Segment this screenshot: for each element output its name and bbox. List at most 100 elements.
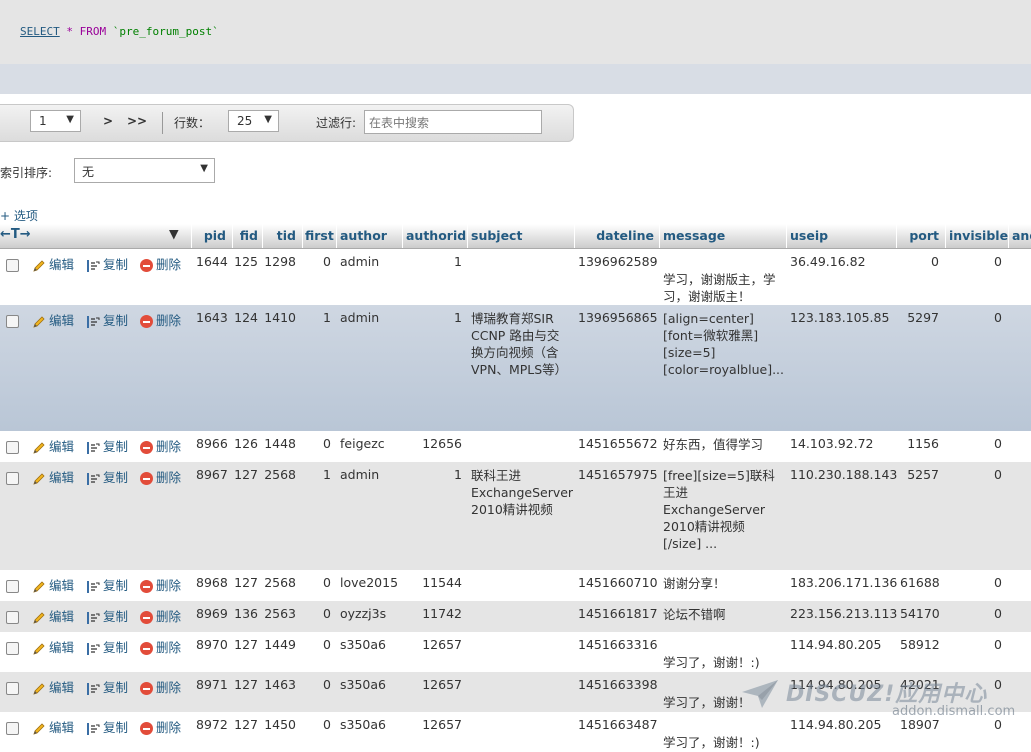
sql-table-name: `pre_forum_post` [112,25,219,38]
copy-button[interactable]: 复制 [86,467,128,486]
cell-fid: 127 [234,467,258,482]
delete-label: 删除 [156,578,182,593]
delete-label: 删除 [156,640,182,655]
cell-pid: 8971 [196,677,228,692]
copy-button[interactable]: 复制 [86,436,128,455]
options-link[interactable]: + 选项 [0,207,38,224]
column-header-fid[interactable]: fid [234,228,258,243]
column-header-subject[interactable]: subject [471,228,522,243]
copy-label: 复制 [103,609,129,624]
delete-label: 删除 [156,257,182,272]
cell-fid: 126 [234,436,258,451]
cell-port: 58912 [900,637,940,652]
cell-first: 0 [323,637,331,652]
row-checkbox[interactable] [6,682,19,695]
column-header-authorid[interactable]: authorid [406,228,466,243]
delete-button[interactable]: 删除 [140,310,181,329]
column-header-first[interactable]: first [305,228,334,243]
divider [786,224,787,248]
cell-dateline: 1451663398 [578,677,658,692]
sort-by-index-select[interactable]: 无 ▼ [74,158,215,183]
cell-dateline: 1451657975 [578,467,658,482]
edit-button[interactable]: 编辑 [32,436,74,455]
filter-rows-input[interactable]: 在表中搜索 [364,110,542,134]
delete-button[interactable]: 删除 [140,637,181,656]
copy-label: 复制 [103,578,129,593]
copy-icon [86,315,100,329]
delete-button[interactable]: 删除 [140,467,181,486]
cell-message: 学习了，谢谢！:) [663,735,760,750]
divider [659,224,660,248]
edit-label: 编辑 [49,609,75,624]
column-header-useip[interactable]: useip [790,228,828,243]
pencil-icon [32,580,46,594]
cell-useip: 114.94.80.205 [790,717,882,732]
cell-authorid: 1 [454,254,462,269]
copy-button[interactable]: 复制 [86,606,128,625]
delete-label: 删除 [156,439,182,454]
cell-author: admin [340,254,380,269]
delete-label: 删除 [156,680,182,695]
copy-button[interactable]: 复制 [86,310,128,329]
edit-button[interactable]: 编辑 [32,310,74,329]
cell-pid: 8968 [196,575,228,590]
rows-per-page-select[interactable]: 25 ▼ [228,110,279,132]
sort-select-value: 无 [82,165,95,179]
next-page-button[interactable]: > [103,114,113,128]
edit-label: 编辑 [49,640,75,655]
column-header-tid[interactable]: tid [264,228,296,243]
delete-button[interactable]: 删除 [140,606,181,625]
delete-button[interactable]: 删除 [140,575,181,594]
cell-author: love2015 [340,575,399,590]
column-header-anon[interactable]: anon [1012,228,1031,243]
delete-button[interactable]: 删除 [140,254,181,273]
page-select[interactable]: 1 ▼ [30,110,81,132]
edit-button[interactable]: 编辑 [32,717,74,736]
column-header-pid[interactable]: pid [196,228,226,243]
edit-button[interactable]: 编辑 [32,467,74,486]
cell-authorid: 12657 [422,637,462,652]
column-header-port[interactable]: port [900,228,939,243]
copy-button[interactable]: 复制 [86,637,128,656]
column-arrows-toggle[interactable]: ←T→ [0,227,31,242]
row-checkbox[interactable] [6,642,19,655]
sort-caret-icon[interactable]: ▼ [169,226,179,241]
copy-button[interactable]: 复制 [86,677,128,696]
table-row: 编辑 复制 删除 8969 136 2563 0 oyzzj3s 11742 1451661817… [0,601,1031,632]
row-checkbox[interactable] [6,472,19,485]
edit-button[interactable]: 编辑 [32,606,74,625]
row-checkbox[interactable] [6,611,19,624]
copy-button[interactable]: 复制 [86,717,128,736]
column-header-message[interactable]: message [663,228,725,243]
cell-port: 1156 [907,436,939,451]
delete-button[interactable]: 删除 [140,677,181,696]
edit-button[interactable]: 编辑 [32,677,74,696]
edit-label: 编辑 [49,680,75,695]
edit-button[interactable]: 编辑 [32,254,74,273]
divider [302,224,303,248]
copy-icon [86,642,100,656]
copy-button[interactable]: 复制 [86,575,128,594]
edit-button[interactable]: 编辑 [32,575,74,594]
filter-label: 过滤行: [316,116,357,130]
paper-plane-icon [742,680,778,708]
sql-select-link[interactable]: SELECT [20,25,60,38]
column-header-invisible[interactable]: invisible [949,228,1008,243]
cell-port: 5297 [907,310,939,325]
cell-invisible: 0 [994,606,1002,621]
delete-button[interactable]: 删除 [140,717,181,736]
watermark-url: addon.dismall.com [892,704,1016,719]
row-checkbox[interactable] [6,722,19,735]
column-header-author[interactable]: author [340,228,387,243]
copy-button[interactable]: 复制 [86,254,128,273]
row-checkbox[interactable] [6,259,19,272]
row-checkbox[interactable] [6,580,19,593]
row-checkbox[interactable] [6,441,19,454]
column-header-dateline[interactable]: dateline [580,228,654,243]
cell-message: [align=center][font=微软雅黑][size=5][color=… [663,311,784,377]
edit-button[interactable]: 编辑 [32,637,74,656]
copy-label: 复制 [103,640,129,655]
last-page-button[interactable]: >> [127,114,147,128]
row-checkbox[interactable] [6,315,19,328]
delete-button[interactable]: 删除 [140,436,181,455]
